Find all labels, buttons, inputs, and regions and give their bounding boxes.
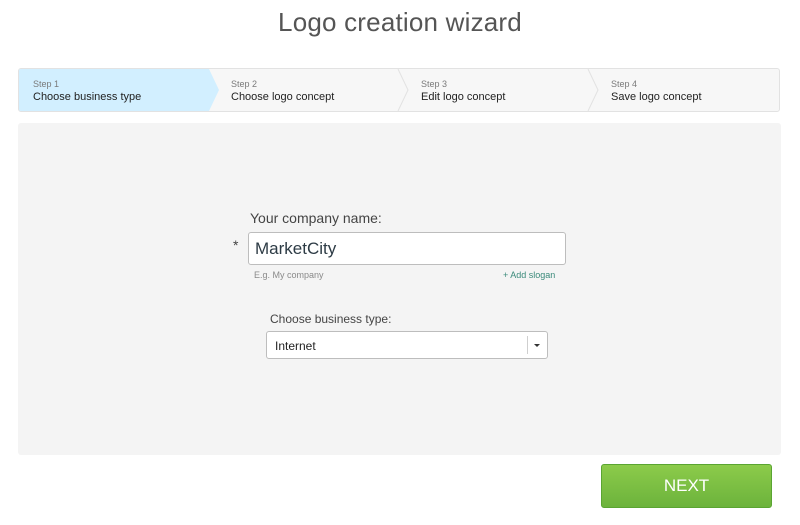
step-1-number: Step 1 (33, 79, 60, 89)
step-4-label: Save logo concept (611, 91, 702, 103)
business-type-select[interactable]: Internet (266, 331, 548, 359)
form-panel (18, 123, 781, 455)
step-2-number: Step 2 (231, 79, 258, 89)
add-slogan-link[interactable]: + Add slogan (503, 270, 555, 280)
business-type-value: Internet (275, 339, 316, 353)
step-3[interactable]: Step 3 Edit logo concept (409, 69, 589, 111)
active-step-arrow (209, 69, 219, 111)
required-marker: * (233, 237, 239, 253)
step-2-label: Choose logo concept (231, 91, 335, 103)
page-title: Logo creation wizard (278, 7, 522, 37)
step-2[interactable]: Step 2 Choose logo concept (219, 69, 399, 111)
step-3-number: Step 3 (421, 79, 448, 89)
step-1[interactable]: Step 1 Choose business type (19, 69, 209, 111)
company-name-label: Your company name: (250, 210, 382, 226)
company-name-hint: E.g. My company (254, 270, 324, 280)
business-type-label: Choose business type: (270, 312, 392, 326)
step-4-number: Step 4 (611, 79, 638, 89)
step-3-label: Edit logo concept (421, 91, 506, 103)
caret-down-icon[interactable] (534, 344, 540, 347)
step-4[interactable]: Step 4 Save logo concept (599, 69, 779, 111)
next-button[interactable]: NEXT (601, 464, 772, 508)
step-1-label: Choose business type (33, 91, 142, 103)
wizard-steps: Step 1 Choose business type Step 2 Choos… (18, 68, 780, 112)
company-name-input[interactable] (248, 232, 566, 265)
select-divider (527, 336, 528, 354)
